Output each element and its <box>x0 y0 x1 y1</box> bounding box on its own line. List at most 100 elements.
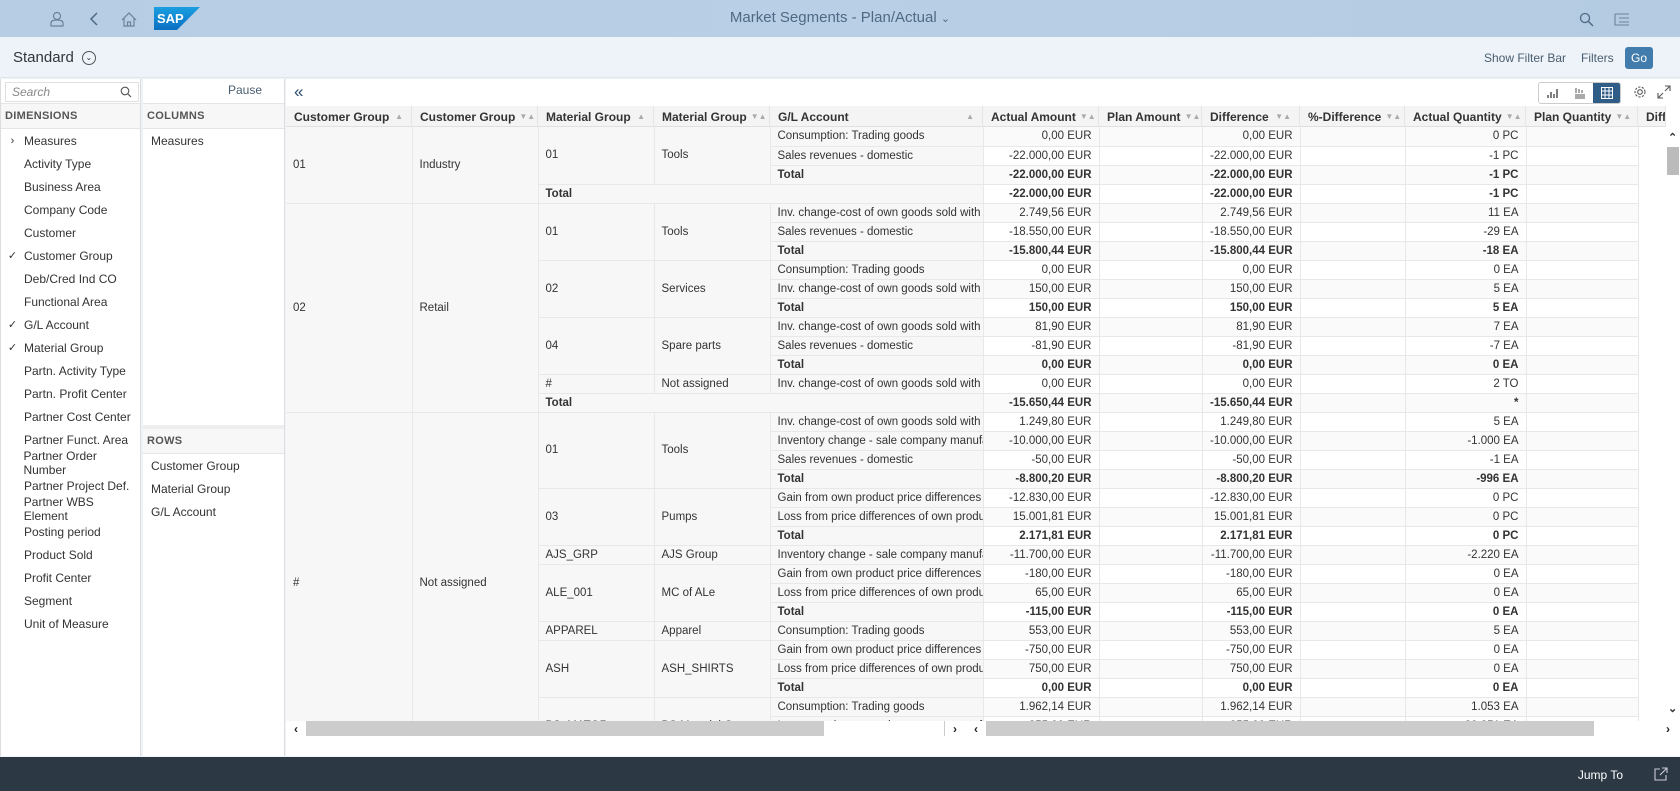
scroll-down-icon[interactable]: ⌄ <box>1668 702 1677 715</box>
sort-icon[interactable]: ▼▲ <box>519 112 535 121</box>
dimension-item[interactable]: Partn. Profit Center <box>1 382 140 405</box>
dimension-item[interactable]: Posting period <box>1 520 140 543</box>
pivot-grid: « Customer Group ▲ Customer Group ▼▲ Materia… <box>286 79 1680 756</box>
actual-amount: -81,90 EUR <box>983 336 1100 356</box>
table-view-button[interactable] <box>1593 83 1620 103</box>
actual-quantity: -1 PC <box>1405 184 1527 204</box>
actual-amount: 1.249,80 EUR <box>983 412 1100 432</box>
sort-icon[interactable]: ▼▲ <box>1275 112 1291 121</box>
sort-icon[interactable]: ▲ <box>395 112 403 121</box>
sort-icon[interactable]: ▼▲ <box>1506 112 1522 121</box>
app-title-menu[interactable]: Market Segments - Plan/Actual ⌄ <box>730 9 950 26</box>
difference: -15.800,44 EUR <box>1202 241 1301 261</box>
actual-amount: 81,90 EUR <box>983 317 1100 337</box>
dimension-item[interactable]: Segment <box>1 589 140 612</box>
actual-quantity: 5 EA <box>1405 298 1527 318</box>
row-item[interactable]: Material Group <box>143 477 284 500</box>
column-header[interactable]: Material Group ▲ <box>538 106 654 127</box>
row-item[interactable]: G/L Account <box>143 500 284 523</box>
dimension-item[interactable]: ✓ Customer Group <box>1 244 140 267</box>
dimension-item[interactable]: Partner Order Number <box>1 449 140 477</box>
actual-amount: 0,00 EUR <box>983 355 1100 375</box>
sort-icon[interactable]: ▼▲ <box>751 112 767 121</box>
dimension-item[interactable]: Business Area <box>1 175 140 198</box>
column-header[interactable]: Customer Group ▼▲ <box>412 106 538 127</box>
settings-icon[interactable] <box>1632 84 1648 100</box>
gl-account: Inv. change-cost of own goods sold with <box>770 203 984 223</box>
dimension-label: G/L Account <box>24 317 89 332</box>
back-icon[interactable] <box>84 9 104 29</box>
dimension-item[interactable]: Company Code <box>1 198 140 221</box>
sort-icon[interactable]: ▲ <box>637 112 645 121</box>
search-icon[interactable] <box>120 86 132 98</box>
vertical-scrollbar[interactable]: ⌃ ⌄ <box>1666 127 1680 721</box>
sort-icon[interactable]: ▼▲ <box>1615 112 1631 121</box>
actual-quantity: 5 EA <box>1405 279 1527 299</box>
horizontal-scroll-track[interactable] <box>824 721 944 736</box>
scroll-left-icon[interactable]: ‹ <box>966 721 986 736</box>
column-item[interactable]: Measures <box>143 129 284 152</box>
show-filter-bar-button[interactable]: Show Filter Bar <box>1484 51 1566 65</box>
dimensions-list: › Measures Activity Type Business Area Compa… <box>1 129 140 635</box>
horizontal-scrollbar-left[interactable]: ‹ › <box>286 721 965 736</box>
jump-to-button[interactable]: Jump To <box>1578 768 1623 782</box>
difference: 65,00 EUR <box>1202 583 1301 603</box>
sort-icon[interactable]: ▼▲ <box>1385 112 1401 121</box>
dimension-item[interactable]: Customer <box>1 221 140 244</box>
column-header[interactable]: Difference ▼▲ <box>1202 106 1300 127</box>
column-header[interactable]: Material Group ▼▲ <box>654 106 770 127</box>
filters-button[interactable]: Filters <box>1581 51 1614 65</box>
search-icon[interactable] <box>1576 9 1596 29</box>
vertical-scroll-thumb[interactable] <box>1667 147 1679 175</box>
dimension-item[interactable]: Profit Center <box>1 566 140 589</box>
go-button[interactable]: Go <box>1625 47 1653 69</box>
dimension-item[interactable]: Partner WBS Element <box>1 495 140 523</box>
column-header[interactable]: Customer Group ▲ <box>286 106 412 127</box>
dimension-item[interactable]: Unit of Measure <box>1 612 140 635</box>
dimension-item[interactable]: Product Sold <box>1 543 140 566</box>
user-icon[interactable] <box>47 9 67 29</box>
dimension-item[interactable]: Partn. Activity Type <box>1 359 140 382</box>
dimension-label: Partn. Activity Type <box>24 363 126 378</box>
grid-toolbar: « <box>286 79 1680 106</box>
column-header[interactable]: Actual Amount ▼▲ <box>983 106 1099 127</box>
gl-account: Gain from own product price differences <box>770 640 984 660</box>
chart-table-view-button[interactable] <box>1566 83 1593 103</box>
customer-group-key: # <box>286 412 413 721</box>
horizontal-scrollbar-right[interactable]: ‹ › <box>966 721 1680 736</box>
sort-icon[interactable]: ▼▲ <box>1080 112 1096 121</box>
scroll-right-icon[interactable]: › <box>1594 721 1680 736</box>
home-icon[interactable] <box>119 9 139 29</box>
dimension-item[interactable]: › Measures <box>1 129 140 152</box>
scroll-left-icon[interactable]: ‹ <box>286 721 306 736</box>
sort-icon[interactable]: ▲ <box>966 112 974 121</box>
scroll-right-icon[interactable]: › <box>945 721 965 736</box>
variant-name: Standard <box>13 49 74 66</box>
percent-difference <box>1300 678 1406 698</box>
column-header[interactable]: Actual Quantity ▼▲ <box>1405 106 1526 127</box>
collapse-panel-icon[interactable]: « <box>294 82 303 102</box>
actual-amount: -18.550,00 EUR <box>983 222 1100 242</box>
dimension-item[interactable]: Deb/Cred Ind CO <box>1 267 140 290</box>
chart-view-button[interactable] <box>1539 83 1566 103</box>
dimension-item[interactable]: Functional Area <box>1 290 140 313</box>
sort-icon[interactable]: ▼▲ <box>1185 112 1201 121</box>
column-header[interactable]: %-Difference ▼▲ <box>1300 106 1405 127</box>
row-item[interactable]: Customer Group <box>143 454 284 477</box>
column-header[interactable]: Diff <box>1638 106 1666 127</box>
dimension-item[interactable]: Partner Cost Center <box>1 405 140 428</box>
share-icon[interactable] <box>1654 767 1668 784</box>
column-header[interactable]: G/L Account ▲ <box>770 106 983 127</box>
pause-button[interactable]: Pause <box>228 83 262 97</box>
menu-icon[interactable] <box>1612 9 1632 29</box>
variant-selector[interactable]: Standard ⌄ <box>13 49 96 66</box>
column-header[interactable]: Plan Amount ▼▲ <box>1099 106 1202 127</box>
scroll-up-icon[interactable]: ⌃ <box>1668 131 1677 144</box>
dimension-item[interactable]: ✓ G/L Account <box>1 313 140 336</box>
fullscreen-icon[interactable] <box>1656 84 1672 100</box>
dimension-item[interactable]: Activity Type <box>1 152 140 175</box>
column-header[interactable]: Plan Quantity ▼▲ <box>1526 106 1638 127</box>
search-input[interactable]: Search <box>5 82 139 102</box>
material-group-text: Pumps <box>654 488 771 546</box>
dimension-item[interactable]: ✓ Material Group <box>1 336 140 359</box>
